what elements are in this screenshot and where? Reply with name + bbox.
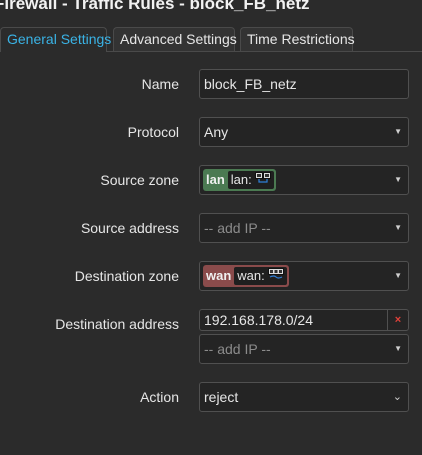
source-address-label: Source address bbox=[80, 220, 179, 236]
tab-bar: General Settings Advanced Settings Time … bbox=[0, 27, 422, 52]
name-label: Name bbox=[141, 76, 179, 92]
chevron-down-icon: ▼ bbox=[394, 223, 402, 232]
action-value: reject bbox=[204, 389, 239, 405]
source-zone-badge: lan lan: bbox=[203, 169, 276, 191]
chevron-down-icon: ▼ bbox=[394, 271, 402, 280]
destination-zone-label: Destination zone bbox=[74, 268, 179, 284]
chevron-down-icon: ▼ bbox=[394, 175, 402, 184]
destination-address-placeholder: -- add IP -- bbox=[204, 341, 271, 357]
action-label: Action bbox=[140, 389, 179, 405]
source-zone-select[interactable]: lan lan: ▼ bbox=[199, 165, 409, 195]
destination-address-input[interactable]: 192.168.178.0/24 bbox=[199, 309, 388, 331]
source-address-select[interactable]: -- add IP -- ▼ bbox=[199, 213, 409, 243]
source-address-placeholder: -- add IP -- bbox=[204, 220, 271, 236]
destination-address-label: Destination address bbox=[55, 316, 179, 332]
chevron-down-icon: ⌄ bbox=[392, 391, 402, 403]
name-input[interactable]: block_FB_netz bbox=[199, 69, 409, 99]
source-zone-network-label: lan: bbox=[230, 172, 252, 187]
destination-zone-network: wan: bbox=[234, 267, 287, 285]
source-zone-name: lan bbox=[206, 172, 225, 187]
ethernet-port-icon bbox=[267, 267, 284, 285]
source-zone-network: lan: bbox=[227, 171, 274, 189]
source-zone-label: Source zone bbox=[100, 172, 179, 188]
protocol-select[interactable]: Any ▼ bbox=[199, 117, 409, 147]
chevron-down-icon: ▼ bbox=[394, 127, 402, 136]
tab-general-settings[interactable]: General Settings bbox=[0, 27, 111, 52]
protocol-label: Protocol bbox=[127, 124, 179, 140]
destination-zone-name: wan bbox=[206, 268, 232, 283]
page-title: Firewall - Traffic Rules - block_FB_netz bbox=[0, 0, 310, 13]
chevron-down-icon: ▼ bbox=[394, 344, 402, 353]
protocol-value: Any bbox=[204, 124, 229, 140]
tab-time-restrictions[interactable]: Time Restrictions bbox=[240, 27, 355, 51]
remove-address-button[interactable]: × bbox=[387, 309, 409, 331]
destination-zone-badge: wan wan: bbox=[203, 265, 289, 287]
action-select[interactable]: reject ⌄ bbox=[199, 382, 409, 412]
tab-advanced-settings[interactable]: Advanced Settings bbox=[113, 27, 237, 51]
destination-zone-select[interactable]: wan wan: ▼ bbox=[199, 261, 409, 291]
destination-zone-network-label: wan: bbox=[237, 268, 265, 283]
destination-address-add-select[interactable]: -- add IP -- ▼ bbox=[199, 334, 409, 364]
network-ports-icon bbox=[254, 171, 271, 189]
